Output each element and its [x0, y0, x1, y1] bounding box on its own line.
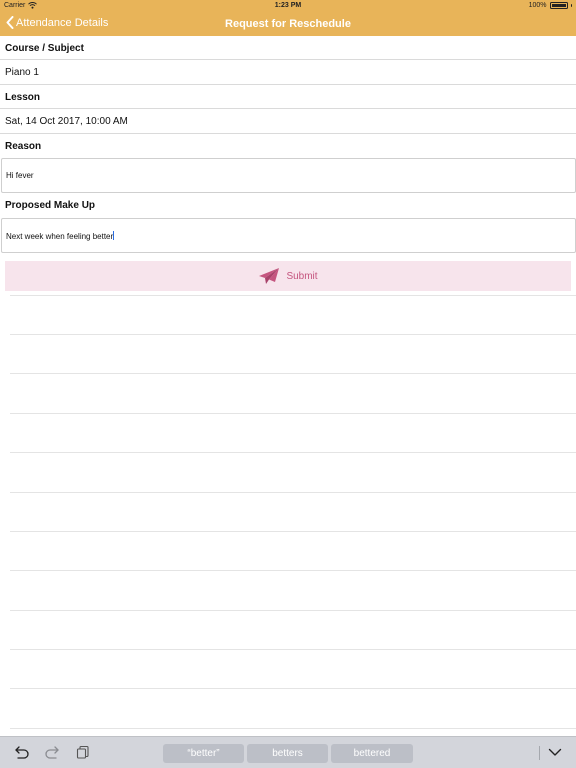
- suggestion-1[interactable]: “better”: [163, 744, 244, 763]
- lesson-value: Sat, 14 Oct 2017, 10:00 AM: [0, 109, 576, 134]
- reason-field[interactable]: Hi fever: [1, 158, 576, 193]
- table-row-separator: [10, 728, 576, 729]
- redo-icon[interactable]: [44, 745, 60, 759]
- battery-icon: [549, 2, 568, 9]
- battery-fill: [551, 4, 566, 7]
- table-row-separator: [10, 570, 576, 571]
- proposed-makeup-field[interactable]: Next week when feeling better: [1, 218, 576, 253]
- reschedule-form: Course / Subject Piano 1 Lesson Sat, 14 …: [0, 36, 576, 253]
- table-row-separator: [10, 373, 576, 374]
- battery-percent: 100%: [528, 2, 547, 9]
- paper-plane-icon: [259, 268, 280, 284]
- table-row-separator: [10, 492, 576, 493]
- battery-tip: [570, 4, 572, 7]
- suggestion-3[interactable]: bettered: [331, 744, 413, 763]
- table-row-separator: [10, 688, 576, 689]
- reason-label: Reason: [5, 141, 42, 152]
- battery-indicator: 100%: [529, 2, 572, 9]
- submit-button[interactable]: Submit: [5, 261, 571, 291]
- undo-icon[interactable]: [14, 745, 30, 759]
- keyboard-shortcut-bar: “better” betters bettered: [0, 736, 576, 768]
- navigation-bar: Attendance Details Request for Reschedul…: [0, 13, 576, 36]
- paste-icon[interactable]: [76, 745, 90, 759]
- table-row-separator: [10, 413, 576, 414]
- proposed-makeup-field-text: Next week when feeling better: [6, 232, 114, 241]
- submit-button-label: Submit: [286, 270, 318, 282]
- status-time: 1:23 PM: [274, 2, 302, 9]
- table-row-separator: [10, 452, 576, 453]
- table-row-separator: [10, 295, 576, 296]
- suggestion-2[interactable]: betters: [247, 744, 328, 763]
- status-bar: Carrier 1:23 PM 100%: [0, 0, 576, 13]
- table-row-separator: [10, 610, 576, 611]
- table-row-separator: [10, 531, 576, 532]
- lesson-label: Lesson: [0, 85, 576, 109]
- course-subject-label: Course / Subject: [0, 36, 576, 60]
- chevron-down-icon[interactable]: [548, 748, 562, 757]
- text-cursor: [113, 231, 115, 240]
- table-row-separator: [10, 649, 576, 650]
- proposed-makeup-label: Proposed Make Up: [5, 200, 96, 211]
- toolbar-divider: [539, 746, 540, 760]
- course-subject-value: Piano 1: [0, 60, 576, 85]
- table-row-separator: [10, 334, 576, 335]
- reason-field-text: Hi fever: [6, 171, 34, 180]
- page-title: Request for Reschedule: [225, 18, 351, 30]
